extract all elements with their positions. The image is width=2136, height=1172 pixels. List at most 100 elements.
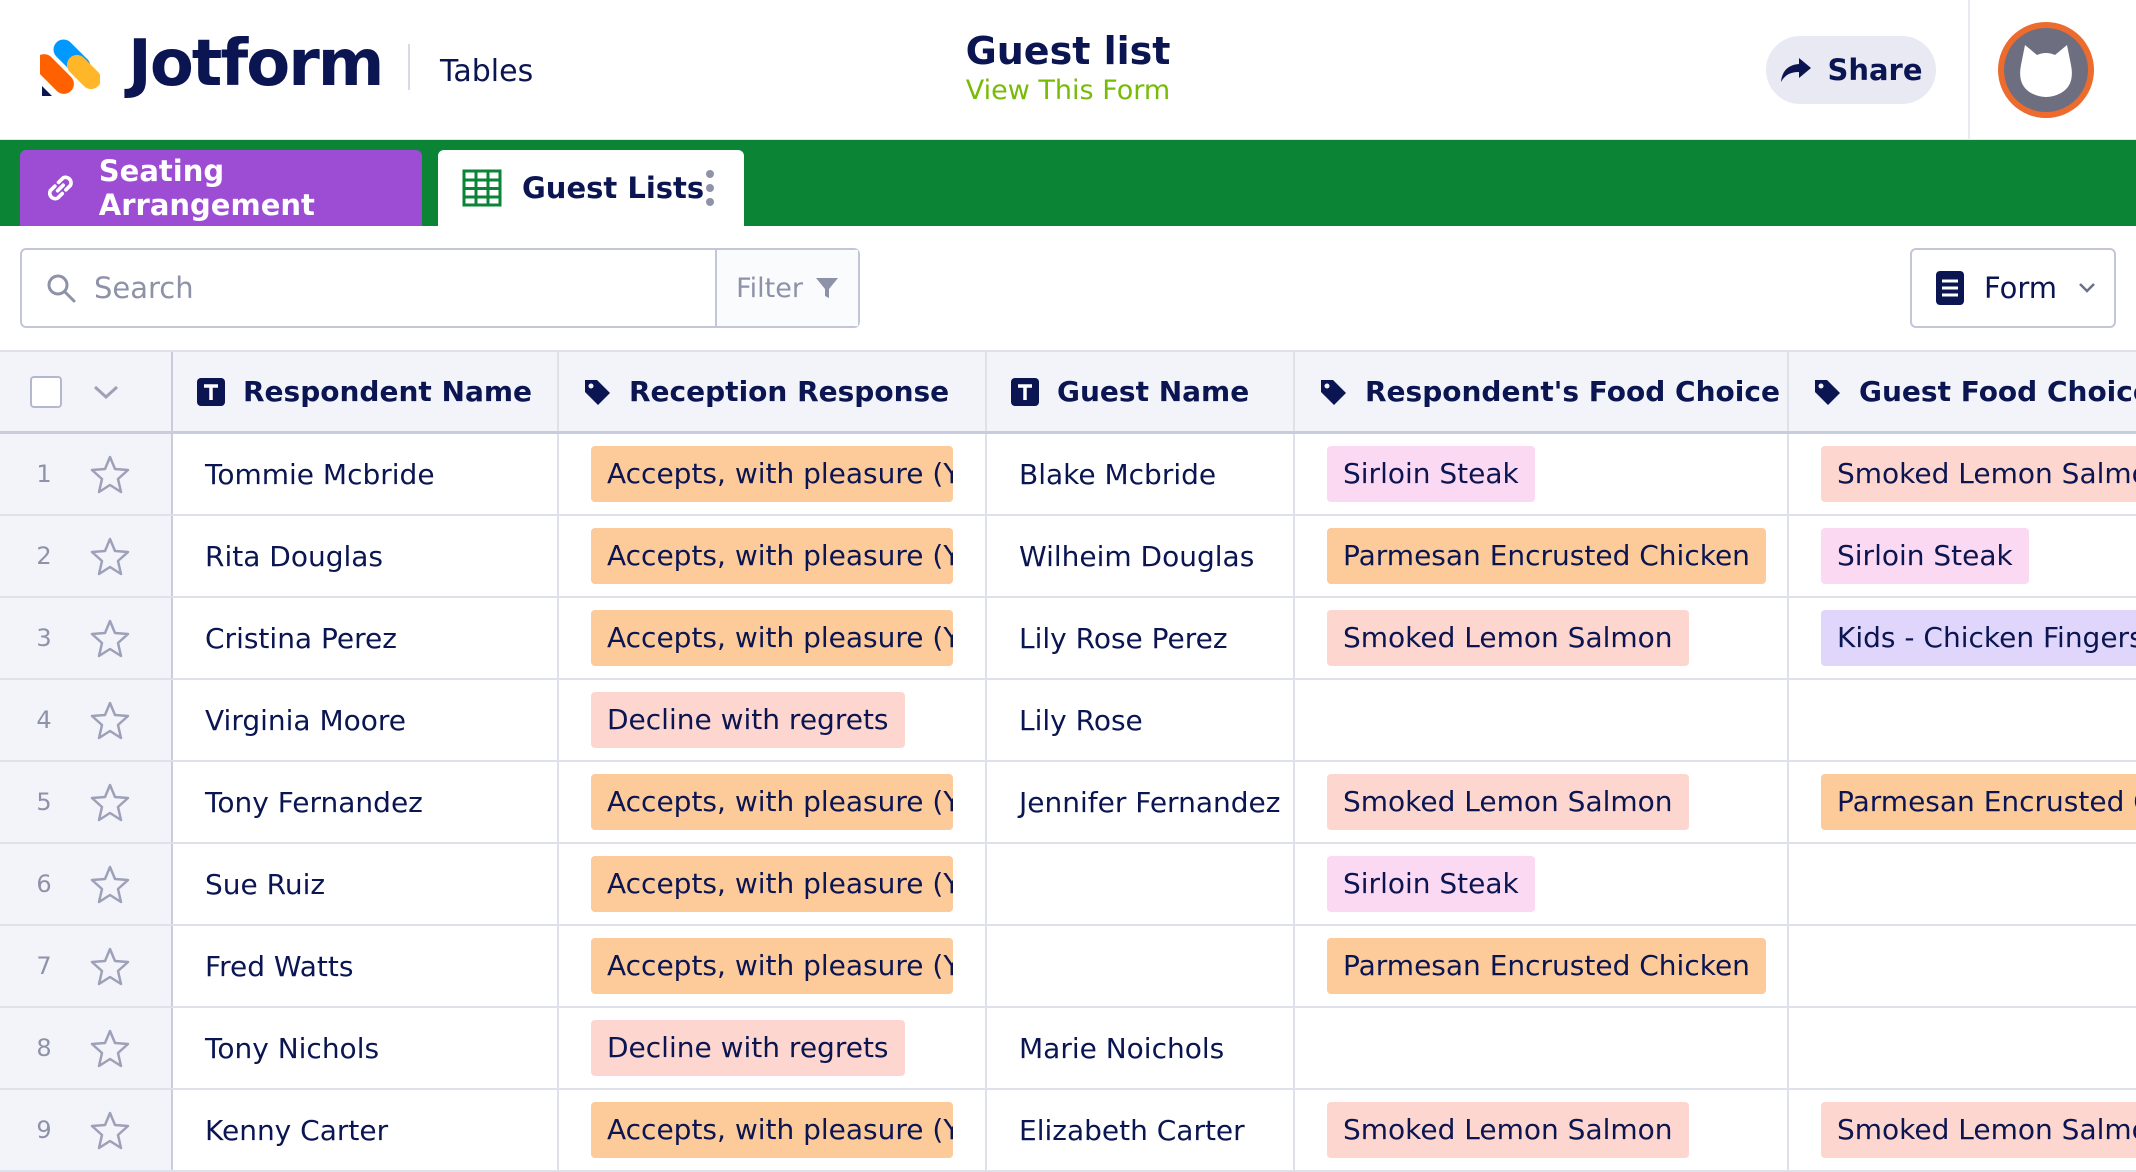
table-row[interactable]: 6 Sue Ruiz Accepts, with pleasure (Yes) Sir… (0, 844, 2136, 926)
table-row[interactable]: 2 Rita Douglas Accepts, with pleasure (Yes… (0, 516, 2136, 598)
cell-respondent-name[interactable]: Fred Watts (173, 926, 559, 1006)
cell-respondent-name[interactable]: Tony Nichols (173, 1008, 559, 1088)
cell-guest-name[interactable]: Marie Noichols (987, 1008, 1295, 1088)
select-all-checkbox[interactable] (30, 375, 62, 408)
table-row[interactable]: 7 Fred Watts Accepts, with pleasure (Yes) P… (0, 926, 2136, 1008)
avatar[interactable] (1998, 22, 2094, 118)
cell-reception-response[interactable]: Accepts, with pleasure (Yes) (559, 516, 987, 596)
cell-respondent-food-choice[interactable] (1295, 680, 1789, 760)
star-icon[interactable] (90, 618, 130, 658)
cell-reception-response[interactable]: Accepts, with pleasure (Yes) (559, 598, 987, 678)
table-row[interactable]: 5 Tony Fernandez Accepts, with pleasure (Y… (0, 762, 2136, 844)
cell-respondent-food-choice[interactable] (1295, 1008, 1789, 1088)
cell-respondent-name[interactable]: Cristina Perez (173, 598, 559, 678)
cell-respondent-food-choice[interactable]: Parmesan Encrusted Chicken (1295, 516, 1789, 596)
response-tag: Accepts, with pleasure (Yes) (591, 938, 953, 994)
form-view-button[interactable]: Form (1910, 248, 2116, 328)
star-icon[interactable] (90, 782, 130, 822)
tab-options-icon[interactable] (706, 170, 714, 206)
cell-guest-food-choice[interactable]: Smoked Lemon Salmon (1789, 434, 2136, 514)
respondent-name: Kenny Carter (205, 1113, 389, 1147)
column-header-respondent-name[interactable]: Respondent Name (173, 352, 559, 431)
star-icon[interactable] (90, 1110, 130, 1150)
cell-respondent-name[interactable]: Tony Fernandez (173, 762, 559, 842)
filter-button[interactable]: Filter (717, 250, 858, 326)
column-header-guest-food-choice[interactable]: Guest Food Choice (1789, 352, 2136, 431)
cell-reception-response[interactable]: Decline with regrets (559, 680, 987, 760)
column-header-guest-name[interactable]: Guest Name (987, 352, 1295, 431)
cell-respondent-food-choice[interactable]: Smoked Lemon Salmon (1295, 598, 1789, 678)
cell-guest-food-choice[interactable] (1789, 844, 2136, 924)
cell-guest-food-choice[interactable]: Kids - Chicken Fingers & Fries (1789, 598, 2136, 678)
cell-reception-response[interactable]: Accepts, with pleasure (Yes) (559, 1090, 987, 1170)
respondent-name: Rita Douglas (205, 539, 384, 573)
cell-respondent-food-choice[interactable]: Smoked Lemon Salmon (1295, 1090, 1789, 1170)
row-number: 4 (36, 706, 52, 734)
cell-reception-response[interactable]: Accepts, with pleasure (Yes) (559, 762, 987, 842)
cell-guest-name[interactable]: Wilheim Douglas (987, 516, 1295, 596)
table-row[interactable]: 3 Cristina Perez Accepts, with pleasure (Y… (0, 598, 2136, 680)
cell-reception-response[interactable]: Accepts, with pleasure (Yes) (559, 844, 987, 924)
page-title: Guest list (965, 29, 1171, 73)
star-icon[interactable] (90, 946, 130, 986)
guest-table: Respondent Name Reception Response Guest… (0, 350, 2136, 1172)
star-icon[interactable] (90, 700, 130, 740)
cell-respondent-name[interactable]: Kenny Carter (173, 1090, 559, 1170)
table-row[interactable]: 9 Kenny Carter Accepts, with pleasure (Yes… (0, 1090, 2136, 1172)
cell-guest-food-choice[interactable]: Smoked Lemon Salmon (1789, 1090, 2136, 1170)
cell-respondent-name[interactable]: Rita Douglas (173, 516, 559, 596)
grid-icon (462, 169, 502, 207)
cell-guest-name[interactable] (987, 926, 1295, 1006)
cell-respondent-name[interactable]: Virginia Moore (173, 680, 559, 760)
cell-guest-food-choice[interactable] (1789, 680, 2136, 760)
cell-respondent-food-choice[interactable]: Parmesan Encrusted Chicken (1295, 926, 1789, 1006)
form-document-icon (1936, 271, 1964, 305)
share-arrow-icon (1781, 58, 1812, 82)
respondent-name: Tommie Mcbride (205, 457, 435, 491)
cell-guest-name[interactable] (987, 844, 1295, 924)
search-input[interactable] (94, 271, 694, 305)
star-icon[interactable] (90, 536, 130, 576)
cell-guest-name[interactable]: Elizabeth Carter (987, 1090, 1295, 1170)
cell-respondent-food-choice[interactable]: Sirloin Steak (1295, 844, 1789, 924)
cell-guest-food-choice[interactable]: Sirloin Steak (1789, 516, 2136, 596)
cell-guest-food-choice[interactable]: Parmesan Encrusted Chicken (1789, 762, 2136, 842)
jotform-logo-icon[interactable] (40, 32, 100, 96)
cell-guest-name[interactable]: Lily Rose Perez (987, 598, 1295, 678)
cell-reception-response[interactable]: Accepts, with pleasure (Yes) (559, 434, 987, 514)
column-header-reception-response[interactable]: Reception Response (559, 352, 987, 431)
food-choice-tag: Sirloin Steak (1327, 446, 1535, 502)
food-choice-tag: Smoked Lemon Salmon (1327, 1102, 1689, 1158)
cell-guest-name[interactable]: Lily Rose (987, 680, 1295, 760)
table-row[interactable]: 4 Virginia Moore Decline with regrets Lily … (0, 680, 2136, 762)
cell-guest-food-choice[interactable] (1789, 1008, 2136, 1088)
tab-guest-lists[interactable]: Guest Lists (438, 150, 744, 226)
table-row[interactable]: 8 Tony Nichols Decline with regrets Marie N… (0, 1008, 2136, 1090)
star-icon[interactable] (90, 454, 130, 494)
table-row[interactable]: 1 Tommie Mcbride Accepts, with pleasure (Y… (0, 434, 2136, 516)
cell-reception-response[interactable]: Accepts, with pleasure (Yes) (559, 926, 987, 1006)
cell-respondent-food-choice[interactable]: Smoked Lemon Salmon (1295, 762, 1789, 842)
row-controls: 6 (0, 844, 173, 924)
cell-guest-name[interactable]: Blake Mcbride (987, 434, 1295, 514)
guest-food-tag: Sirloin Steak (1821, 528, 2029, 584)
star-icon[interactable] (90, 1028, 130, 1068)
star-icon[interactable] (90, 864, 130, 904)
brand-name[interactable]: Jotform (128, 28, 384, 100)
column-header-respondent-food-choice[interactable]: Respondent's Food Choice (1295, 352, 1789, 431)
row-number: 7 (36, 952, 52, 980)
cell-guest-name[interactable]: Jennifer Fernandez (987, 762, 1295, 842)
tag-icon (1815, 379, 1840, 405)
view-form-link[interactable]: View This Form (868, 74, 1268, 108)
respondent-name: Tony Nichols (205, 1031, 380, 1065)
cell-respondent-name[interactable]: Tommie Mcbride (173, 434, 559, 514)
share-button[interactable]: Share (1766, 36, 1936, 104)
cell-respondent-name[interactable]: Sue Ruiz (173, 844, 559, 924)
cell-guest-food-choice[interactable] (1789, 926, 2136, 1006)
product-name[interactable]: Tables (440, 52, 533, 92)
chevron-down-icon[interactable] (92, 383, 120, 401)
cell-respondent-food-choice[interactable]: Sirloin Steak (1295, 434, 1789, 514)
response-tag: Decline with regrets (591, 1020, 905, 1076)
tab-seating-arrangement[interactable]: Seating Arrangement (20, 150, 422, 226)
cell-reception-response[interactable]: Decline with regrets (559, 1008, 987, 1088)
